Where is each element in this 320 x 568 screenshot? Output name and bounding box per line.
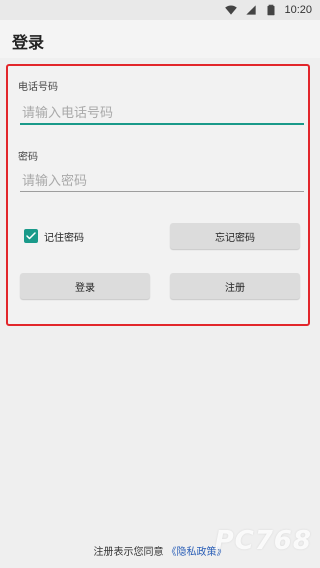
- forgot-password-button[interactable]: 忘记密码: [170, 223, 300, 249]
- wifi-icon: [225, 5, 238, 15]
- page-title: 登录: [12, 33, 45, 52]
- password-input[interactable]: [20, 171, 304, 192]
- phone-label: 电话号码: [18, 82, 58, 93]
- footer-text: 注册表示您同意: [93, 547, 164, 558]
- remember-label: 记住密码: [44, 232, 84, 244]
- status-time: 10:20: [284, 4, 312, 16]
- remember-password[interactable]: 记住密码: [24, 228, 84, 244]
- register-button[interactable]: 注册: [170, 273, 300, 299]
- remember-checkbox[interactable]: [24, 229, 38, 243]
- battery-icon: [267, 4, 275, 16]
- checkmark-icon: [26, 232, 36, 240]
- watermark: PC768: [214, 526, 312, 556]
- status-icons: 10:20: [224, 2, 312, 18]
- password-label: 密码: [18, 152, 38, 163]
- app-bar: 登录: [0, 20, 320, 58]
- signal-icon: [246, 5, 257, 15]
- login-button[interactable]: 登录: [20, 273, 150, 299]
- login-form: 电话号码 密码 记住密码 忘记密码 登录 注册: [6, 64, 310, 326]
- status-bar: 10:20: [0, 0, 320, 20]
- phone-input[interactable]: [20, 103, 304, 125]
